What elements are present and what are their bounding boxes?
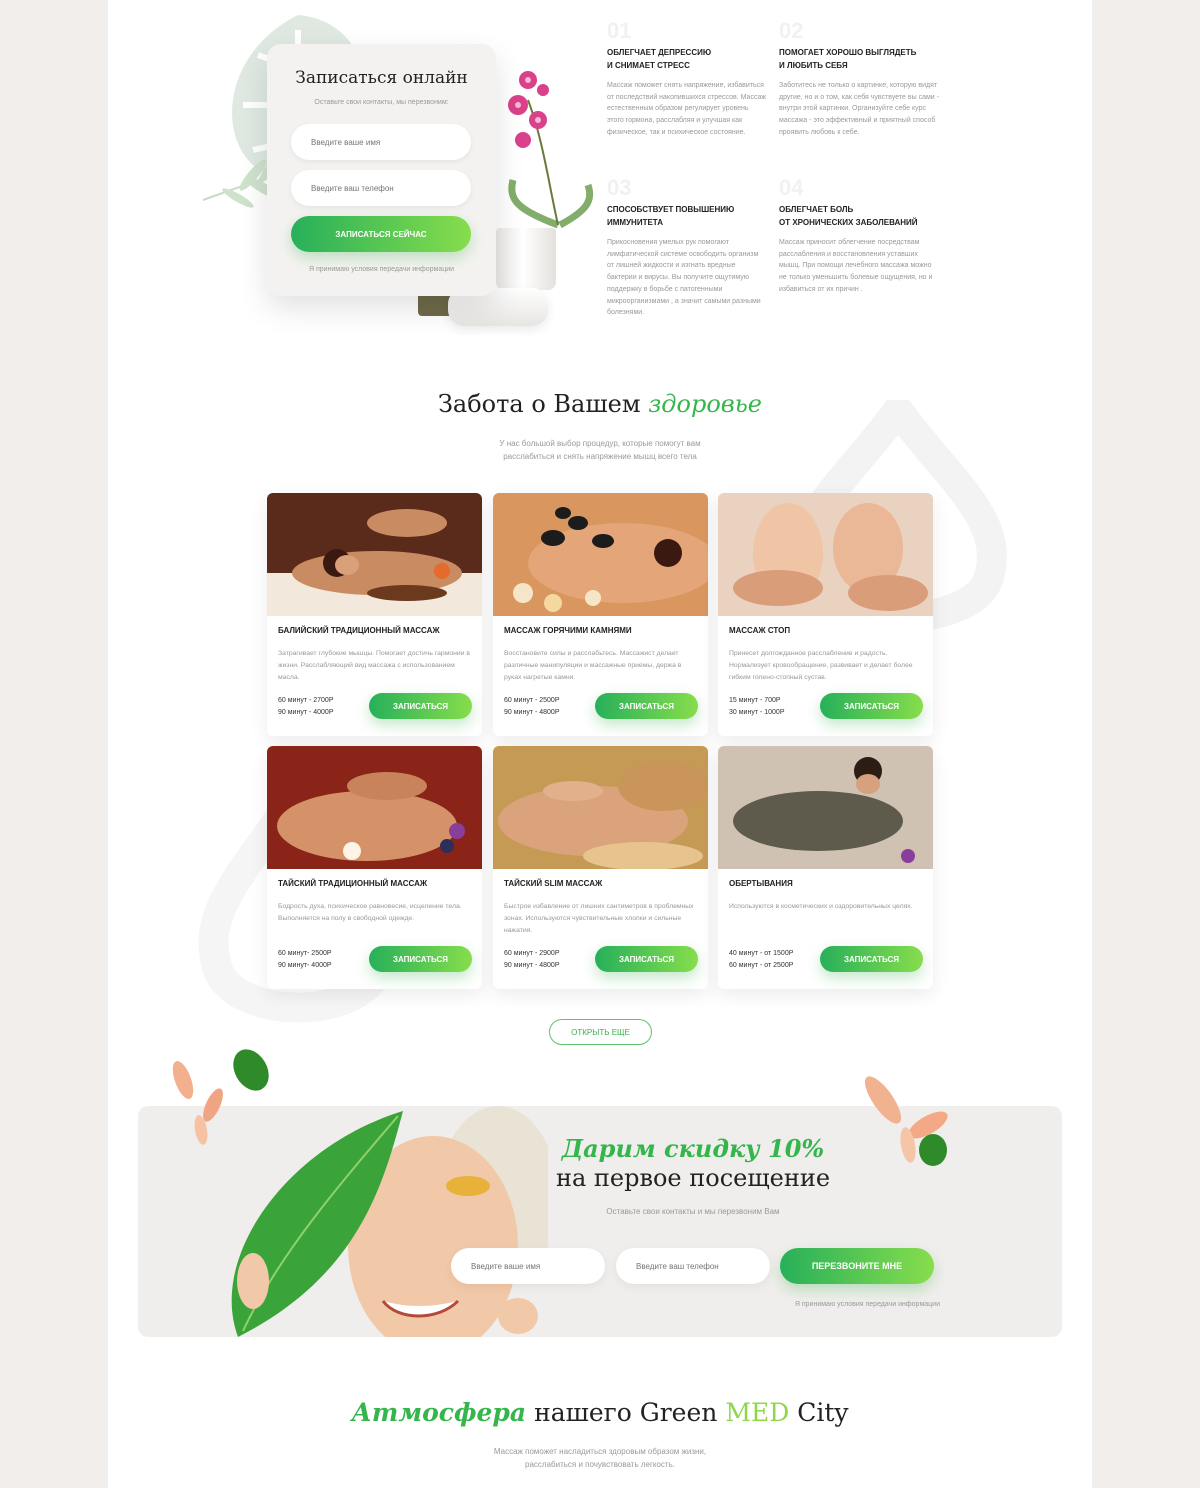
book-button[interactable]: ЗАПИСАТЬСЯ: [595, 946, 698, 972]
service-title: МАССАЖ ГОРЯЧИМИ КАМНЯМИ: [504, 626, 632, 635]
consent-note: Я принимаю условия передачи информации: [308, 266, 455, 273]
benefit-title: ОБЛЕГЧАЕТ БОЛЬ ОТ ХРОНИЧЕСКИХ ЗАБОЛЕВАНИЙ: [779, 205, 918, 227]
benefit-number: 01: [607, 18, 632, 43]
thai-massage-photo: [267, 746, 482, 869]
benefit-item: 01 ОБЛЕГЧАЕТ ДЕПРЕССИЮ И СНИМАЕТ СТРЕСС М…: [607, 18, 767, 139]
service-description: Бодрость духа, психическое равновесие, и…: [278, 903, 462, 922]
service-title: ТАЙСКИЙ ТРАДИЦИОННЫЙ МАССАЖ: [278, 879, 428, 888]
signup-form-card: Записаться онлайн Оставьте свои контакты…: [267, 44, 496, 296]
book-button[interactable]: ЗАПИСАТЬСЯ: [820, 693, 923, 719]
service-description: Принесет долгожданное расслабление и рад…: [729, 650, 913, 681]
flower-pot-image: [496, 228, 556, 290]
signup-submit-button[interactable]: ЗАПИСАТЬСЯ СЕЙЧАС: [291, 216, 471, 252]
thai-slim-massage-photo: [493, 746, 708, 870]
benefit-text: Заботитесь не только о картинке, которую…: [779, 82, 939, 136]
orchid-flower-image: [508, 71, 594, 229]
service-prices: 60 минут- 2500Р 90 минут- 4000Р: [278, 950, 332, 969]
benefit-item: 02 ПОМОГАЕТ ХОРОШО ВЫГЛЯДЕТЬ И ЛЮБИТЬ СЕБ…: [779, 18, 939, 139]
service-title: МАССАЖ СТОП: [729, 626, 791, 635]
book-button[interactable]: ЗАПИСАТЬСЯ: [369, 946, 472, 972]
service-title: ОБЕРТЫВАНИЯ: [729, 879, 793, 888]
promo-name-input[interactable]: [451, 1248, 605, 1284]
show-more-button[interactable]: ОТКРЫТЬ ЕЩЕ: [549, 1019, 652, 1045]
service-card: МАССАЖ СТОП Принесет долгожданное рассла…: [718, 493, 933, 736]
callback-button[interactable]: ПЕРЕЗВОНИТЕ МНЕ: [780, 1248, 934, 1284]
promo-consent-note: Я принимаю условия передачи информации: [794, 1301, 940, 1308]
promo-phone-input[interactable]: [616, 1248, 770, 1284]
benefit-title: СПОСОБСТВУЕТ ПОВЫШЕНИЮ ИММУНИТЕТА: [607, 205, 735, 227]
benefit-number: 04: [779, 175, 804, 200]
promo-title: Дарим скидку 10%: [561, 1134, 825, 1163]
service-description: Восстановите силы и расслабьтесь. Массаж…: [504, 650, 682, 681]
service-description: Затрагивает глубокие мышцы. Помогает дос…: [278, 650, 471, 681]
service-prices: 60 минут - 2700Р 90 минут - 4000Р: [278, 697, 334, 716]
promo-note: Оставьте свои контакты и мы перезвоним В…: [606, 1207, 780, 1216]
service-card: ОБЕРТЫВАНИЯ Используются в косметических…: [718, 746, 933, 989]
services-title: Забота о Вашем здоровье: [437, 390, 763, 418]
benefit-text: Прикосновения умелых рук помогают лимфат…: [607, 239, 761, 317]
book-button[interactable]: ЗАПИСАТЬСЯ: [595, 693, 698, 719]
service-prices: 15 минут - 700Р 30 минут - 1000Р: [729, 697, 785, 716]
book-button[interactable]: ЗАПИСАТЬСЯ: [369, 693, 472, 719]
services-subtitle: У нас большой выбор процедур, которые по…: [499, 439, 701, 461]
service-title: ТАЙСКИЙ SLIM МАССАЖ: [504, 879, 603, 888]
atmosphere-subtitle: Массаж поможет насладиться здоровым обра…: [493, 1447, 707, 1469]
benefit-title: ПОМОГАЕТ ХОРОШО ВЫГЛЯДЕТЬ И ЛЮБИТЬ СЕБЯ: [779, 48, 917, 70]
benefit-text: Массаж поможет снять напряжение, избавит…: [607, 82, 767, 136]
petals-decor-image: [172, 1049, 269, 1145]
book-button[interactable]: ЗАПИСАТЬСЯ: [820, 946, 923, 972]
phone-input[interactable]: [291, 170, 471, 206]
landing-page: Записаться онлайн Оставьте свои контакты…: [108, 0, 1092, 1488]
service-description: Быстрое избавление от лишних сантиметров…: [504, 903, 694, 934]
promo-subtitle: на первое посещение: [555, 1164, 831, 1192]
benefit-title: ОБЛЕГЧАЕТ ДЕПРЕССИЮ И СНИМАЕТ СТРЕСС: [607, 48, 712, 70]
foot-massage-photo: [718, 493, 933, 616]
benefit-item: 03 СПОСОБСТВУЕТ ПОВЫШЕНИЮ ИММУНИТЕТА Прик…: [607, 175, 767, 319]
body-wrap-photo: [718, 746, 933, 869]
signup-form-title: Записаться онлайн: [295, 68, 468, 88]
service-card: ТАЙСКИЙ SLIM МАССАЖ Быстрое избавление о…: [493, 746, 708, 989]
benefit-text: Массаж приносит облегчение посредствам р…: [779, 239, 933, 293]
service-title: БАЛИЙСКИЙ ТРАДИЦИОННЫЙ МАССАЖ: [278, 626, 440, 635]
benefit-number: 03: [607, 175, 632, 200]
service-prices: 40 минут - от 1500Р 60 минут - от 2500Р: [729, 950, 794, 969]
benefit-item: 04 ОБЛЕГЧАЕТ БОЛЬ ОТ ХРОНИЧЕСКИХ ЗАБОЛЕВА…: [779, 175, 939, 296]
service-prices: 60 минут - 2500Р 90 минут - 4800Р: [504, 697, 560, 716]
service-card: МАССАЖ ГОРЯЧИМИ КАМНЯМИ Восстановите сил…: [493, 493, 708, 736]
bali-massage-photo: [267, 493, 482, 616]
benefit-number: 02: [779, 18, 804, 43]
service-card: БАЛИЙСКИЙ ТРАДИЦИОННЫЙ МАССАЖ Затрагивае…: [267, 493, 482, 736]
service-description: Используются в косметических и оздоровит…: [729, 903, 913, 910]
service-prices: 60 минут - 2900Р 90 минут - 4800Р: [504, 950, 560, 969]
atmosphere-title: Атмосфера нашего Green MED City: [351, 1398, 849, 1427]
hot-stones-massage-photo: [493, 493, 708, 616]
service-card: ТАЙСКИЙ ТРАДИЦИОННЫЙ МАССАЖ Бодрость дух…: [267, 746, 482, 989]
signup-form-subtitle: Оставьте свои контакты, мы перезвоним:: [314, 99, 449, 106]
name-input[interactable]: [291, 124, 471, 160]
